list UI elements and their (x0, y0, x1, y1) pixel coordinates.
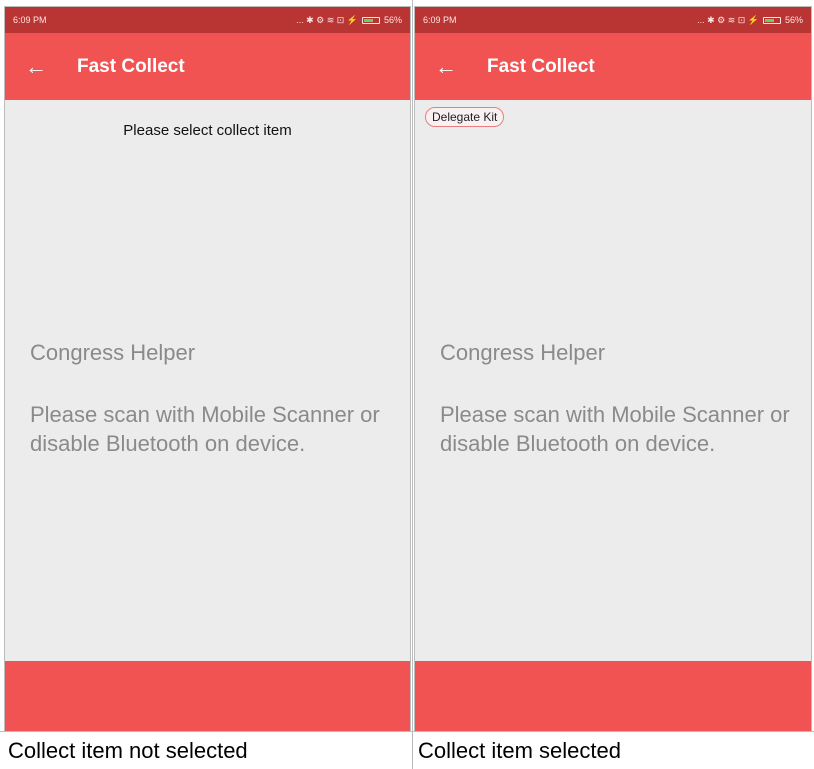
collect-item-chip[interactable]: Delegate Kit (425, 107, 505, 127)
status-bar: 6:09 PM ... ✱ ⚙ ≋ ⊡ ⚡ 56% (5, 7, 410, 33)
select-item-prompt: Please select collect item (123, 122, 292, 139)
app-title: Fast Collect (77, 55, 185, 77)
bottom-bar[interactable] (5, 661, 410, 731)
battery-level: 56% (383, 15, 402, 25)
bottom-bar[interactable] (415, 661, 811, 731)
comparison-table: 6:09 PM ... ✱ ⚙ ≋ ⊡ ⚡ 56% ← Fast Collect… (0, 0, 814, 769)
helper-title: Congress Helper (440, 340, 606, 365)
app-bar: ← Fast Collect (415, 33, 811, 100)
battery-icon (361, 16, 380, 24)
helper-message: Please scan with Mobile Scanner or disab… (440, 402, 790, 456)
helper-message: Please scan with Mobile Scanner or disab… (30, 402, 380, 456)
status-time: 6:09 PM (13, 15, 47, 25)
status-time: 6:09 PM (423, 15, 457, 25)
app-title: Fast Collect (487, 55, 595, 77)
caption-selected: Collect item selected (418, 737, 621, 763)
status-icon-group: ... ✱ ⚙ ≋ ⊡ ⚡ (296, 14, 358, 25)
status-bar: 6:09 PM ... ✱ ⚙ ≋ ⊡ ⚡ 56% (415, 7, 811, 33)
status-icon-group: ... ✱ ⚙ ≋ ⊡ ⚡ (697, 14, 759, 25)
arrow-left-icon[interactable]: ← (435, 55, 465, 78)
column-divider (412, 0, 413, 769)
arrow-left-icon[interactable]: ← (25, 55, 55, 78)
battery-icon (762, 16, 781, 24)
screen-not-selected: 6:09 PM ... ✱ ⚙ ≋ ⊡ ⚡ 56% ← Fast Collect… (4, 6, 411, 732)
helper-title: Congress Helper (30, 340, 196, 365)
caption-not-selected: Collect item not selected (8, 737, 248, 763)
status-icons: ... ✱ ⚙ ≋ ⊡ ⚡ 56% (296, 15, 402, 26)
screen-selected: 6:09 PM ... ✱ ⚙ ≋ ⊡ ⚡ 56% ← Fast Collect… (414, 6, 812, 732)
status-icons: ... ✱ ⚙ ≋ ⊡ ⚡ 56% (697, 15, 803, 26)
battery-level: 56% (784, 15, 803, 25)
app-bar: ← Fast Collect (5, 33, 410, 100)
